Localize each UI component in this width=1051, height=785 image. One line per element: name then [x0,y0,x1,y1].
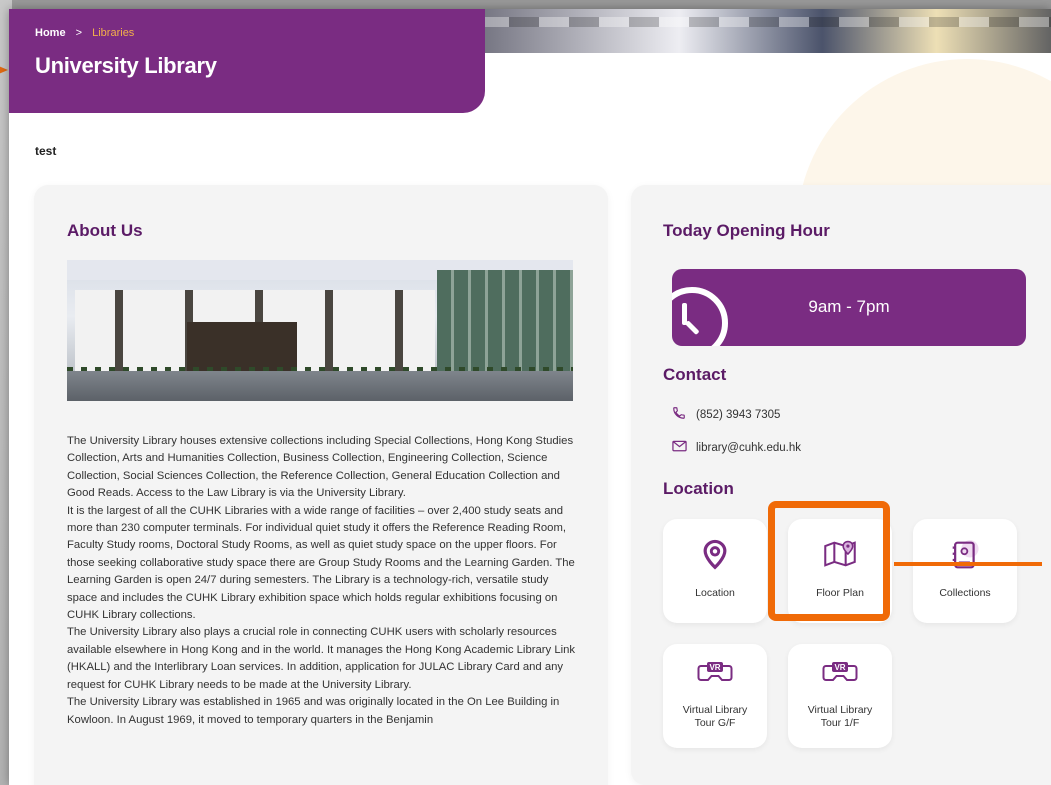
about-paragraph: The University Library houses extensive … [67,435,574,500]
about-paragraph: The University Library also plays a cruc… [67,626,576,691]
breadcrumb-home-link[interactable]: Home [35,27,66,39]
location-title: Location [663,479,734,498]
about-paragraph: It is the largest of all the CUHK Librar… [67,504,575,622]
email-address: library@cuhk.edu.hk [696,441,801,454]
opening-hour-title: Today Opening Hour [663,221,830,240]
about-paragraph: The University Library was established i… [67,696,560,726]
breadcrumb: Home > Libraries [35,27,134,39]
opening-hours-box: 9am - 7pm [672,269,1026,346]
virtual-tour-1f-tile[interactable]: VR Virtual Library Tour 1/F [788,644,892,748]
breadcrumb-separator: > [75,27,83,39]
breadcrumb-current[interactable]: Libraries [92,27,134,39]
phone-icon [672,406,688,423]
collections-tile[interactable]: Collections [913,519,1017,623]
opening-hours-value: 9am - 7pm [808,297,890,316]
contact-phone[interactable]: (852) 3943 7305 [672,406,780,423]
page-title: University Library [35,53,217,78]
about-us-title: About Us [67,221,143,240]
about-us-text: The University Library houses extensive … [67,433,577,729]
vr-headset-icon: VR [663,660,767,692]
tile-label: Location [695,587,735,599]
tile-label: Virtual Library Tour G/F [682,704,748,729]
location-tile[interactable]: Location [663,519,767,623]
library-building-photo [67,260,573,401]
mail-icon [672,440,688,455]
hero-image-strip [479,9,1051,53]
tile-label: Virtual Library Tour 1/F [807,704,873,729]
virtual-tour-gf-tile[interactable]: VR Virtual Library Tour G/F [663,644,767,748]
contact-title: Contact [663,365,727,384]
phone-number: (852) 3943 7305 [696,408,781,421]
collections-book-icon [913,539,1017,571]
highlight-pointer-line [894,562,1042,566]
library-page: Home > Libraries University Library test… [9,9,1051,785]
vr-headset-icon: VR [788,660,892,692]
svg-text:VR: VR [834,663,845,672]
map-pin-icon [663,539,767,571]
floor-plan-highlight [768,501,890,621]
page-header: Home > Libraries University Library [9,9,485,113]
about-us-card: About Us The University Library houses e… [34,185,608,785]
library-info-card: Today Opening Hour 9am - 7pm Contact (85… [631,185,1051,785]
contact-email[interactable]: library@cuhk.edu.hk [672,440,801,455]
tile-label: Collections [939,587,991,599]
test-label: test [35,144,57,158]
svg-text:VR: VR [709,663,720,672]
annotation-arrow [0,64,8,76]
